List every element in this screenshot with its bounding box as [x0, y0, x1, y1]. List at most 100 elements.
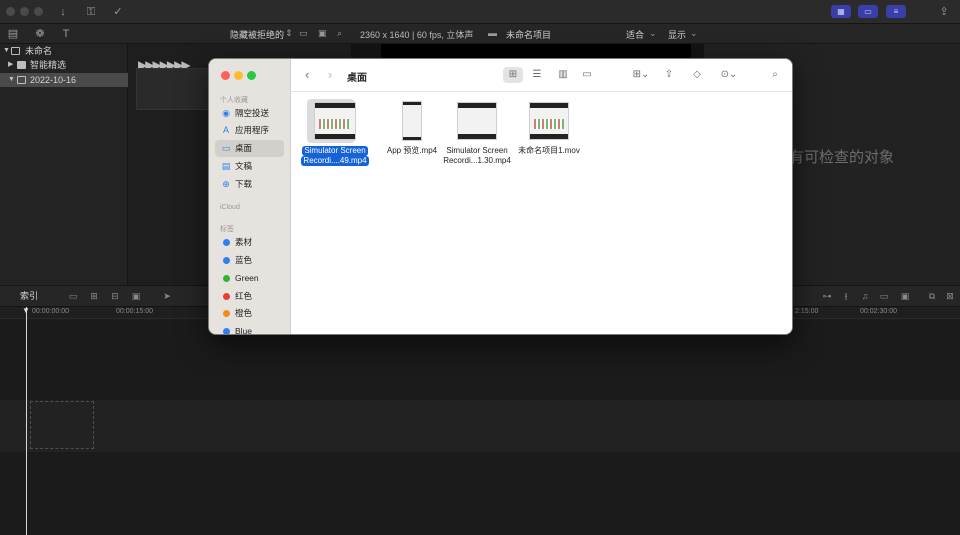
airdrop-icon: ◉: [222, 108, 230, 118]
timeline-area[interactable]: [0, 320, 960, 535]
documents-icon: ▤: [221, 161, 231, 171]
event-item[interactable]: ▼ 2022-10-16: [0, 73, 128, 87]
file-name-line: App 预览.mp4: [386, 146, 438, 155]
playhead-handle-icon[interactable]: ▼: [22, 307, 31, 315]
sidebar-item-downloads[interactable]: ⊕ 下载: [215, 176, 284, 193]
minimize-button-inactive[interactable]: [20, 7, 29, 16]
action-button[interactable]: ⊙⌄: [715, 67, 743, 83]
key-icon[interactable]: ⚿: [84, 5, 98, 19]
file-name-line: Recordi...1.30.mp4: [443, 156, 511, 165]
connect-icon[interactable]: ⊟: [108, 290, 122, 302]
view-popup[interactable]: 显示: [668, 28, 686, 41]
tag-color-dot: [223, 239, 230, 246]
search-icon[interactable]: ⌕: [765, 67, 785, 83]
timeline-toggle-button[interactable]: ▭: [858, 5, 878, 18]
file-item[interactable]: Simulator Screen Recordi....49.mp4: [296, 99, 374, 169]
forward-button[interactable]: ›: [328, 68, 332, 82]
library-icon[interactable]: ▤: [6, 27, 20, 41]
close-button-inactive[interactable]: [6, 7, 15, 16]
sidebar-item-label: Green: [235, 273, 259, 283]
icloud-header: iCloud: [220, 204, 240, 211]
checkmark-icon[interactable]: ✓: [111, 5, 125, 19]
disclosure-triangle-icon[interactable]: ▼: [3, 44, 10, 58]
thumbnail-content: [534, 119, 564, 129]
sidebar-item-desktop[interactable]: ▭ 桌面: [215, 140, 284, 157]
library-item[interactable]: ▼ 未命名: [0, 44, 128, 58]
sidebar-item-airdrop[interactable]: ◉ 隔空投送: [215, 105, 284, 122]
group-button[interactable]: ⊞⌄: [627, 67, 655, 83]
filmstrip-icon[interactable]: ▣: [898, 290, 912, 302]
close-button[interactable]: [221, 71, 230, 80]
search-icon[interactable]: ⌕: [337, 28, 342, 39]
tag-color-dot: [223, 293, 230, 300]
zoom-button[interactable]: [247, 71, 256, 80]
skimming-icon[interactable]: ⫲: [839, 290, 853, 302]
fcp-titlebar: ↓ ⚿ ✓ ▦ ▭ ≡ ⇪: [0, 0, 960, 24]
finder-sidebar: 个人收藏 ◉ 隔空投送 A 应用程序 ▭ 桌面 ▤ 文稿 ⊕ 下载 iCloud: [209, 59, 291, 334]
sidebar-item-documents[interactable]: ▤ 文稿: [215, 158, 284, 175]
file-item[interactable]: 未命名项目1.mov: [510, 99, 588, 169]
transitions-browser-icon[interactable]: ⊠: [943, 290, 957, 302]
headphones-icon[interactable]: ♫: [858, 290, 872, 302]
gallery-view-button[interactable]: ▭: [577, 67, 597, 83]
tag-color-dot: [223, 257, 230, 264]
zoom-button-inactive[interactable]: [34, 7, 43, 16]
titles-icon[interactable]: T: [59, 27, 73, 41]
empty-clip-placeholder[interactable]: [30, 401, 94, 449]
sidebar-tag-item[interactable]: 素材: [215, 234, 284, 251]
zoom-popup[interactable]: 适合: [626, 28, 644, 41]
file-name-label: 未命名项目1.mov: [510, 146, 588, 156]
sidebar-tag-item[interactable]: Blue: [215, 323, 284, 334]
sidebar-item-applications[interactable]: A 应用程序: [215, 122, 284, 139]
playhead[interactable]: [26, 307, 27, 535]
insert-icon[interactable]: ⊞: [87, 290, 101, 302]
clip-filter-popup[interactable]: 隐藏被拒绝的: [230, 28, 284, 41]
overwrite-icon[interactable]: ▣: [129, 290, 143, 302]
minimize-button[interactable]: [234, 71, 243, 80]
select-tool-icon[interactable]: ➤: [160, 290, 174, 302]
sidebar-tag-item[interactable]: 蓝色: [215, 252, 284, 269]
sidebar-item-label: 文稿: [235, 161, 253, 171]
share-icon[interactable]: ⇪: [937, 5, 951, 19]
final-cut-pro-window: ↓ ⚿ ✓ ▦ ▭ ≡ ⇪ ▤ ❁ T 隐藏被拒绝的 ⇕ ▭ ▣ ⌕ 2360 …: [0, 0, 960, 535]
tag-color-dot: [223, 310, 230, 317]
thumbnail-bar: [458, 134, 496, 139]
icon-view-button[interactable]: ⊞: [503, 67, 523, 83]
sidebar-item-label: 蓝色: [235, 255, 253, 265]
column-view-button[interactable]: ▥: [553, 67, 573, 83]
import-icon[interactable]: ↓: [56, 5, 70, 19]
file-name-line: Simulator Screen: [302, 146, 368, 156]
smart-collection-item[interactable]: ▶ 智能精选: [0, 58, 128, 72]
timecode-label: 00:00:15:00: [116, 308, 153, 315]
photos-icon[interactable]: ❁: [33, 27, 47, 41]
timecode-label: 2:15:00: [795, 308, 819, 315]
snapping-icon[interactable]: ▭: [877, 290, 891, 302]
sidebar-tag-item[interactable]: 橙色: [215, 305, 284, 322]
inspector-toggle-button[interactable]: ≡: [886, 5, 906, 18]
event-icon: [17, 76, 26, 84]
effects-browser-icon[interactable]: ⧉: [925, 290, 939, 302]
append-icon[interactable]: ▭: [66, 290, 80, 302]
smart-collection-label: 智能精选: [30, 60, 67, 70]
sidebar-tag-item[interactable]: 红色: [215, 288, 284, 305]
filmstrip-icon[interactable]: ▣: [318, 28, 327, 39]
disclosure-triangle-icon[interactable]: ▼: [8, 73, 15, 87]
file-name-line: Simulator Screen: [446, 146, 508, 155]
sidebar-tag-item[interactable]: Green: [215, 270, 284, 287]
browser-toggle-button[interactable]: ▦: [831, 5, 851, 18]
sidebar-item-label: 红色: [235, 291, 253, 301]
browser-toolbar: ▤ ❁ T 隐藏被拒绝的 ⇕ ▭ ▣ ⌕ 2360 x 1640 | 60 fp…: [0, 24, 960, 44]
video-thumbnail: [314, 102, 356, 140]
clip-appearance-icon[interactable]: ▭: [299, 28, 308, 39]
clip-appearance-icon[interactable]: ⊶: [820, 290, 834, 302]
share-button[interactable]: ⇪: [659, 67, 679, 83]
index-button[interactable]: 索引: [0, 286, 58, 306]
primary-storyline[interactable]: [0, 400, 960, 452]
back-button[interactable]: ‹: [305, 68, 309, 82]
video-thumbnail: [402, 101, 422, 141]
disclosure-triangle-icon[interactable]: ▶: [8, 58, 13, 72]
file-name-label: Simulator Screen Recordi...1.30.mp4: [438, 146, 516, 166]
file-item[interactable]: Simulator Screen Recordi...1.30.mp4: [438, 99, 516, 169]
tag-button[interactable]: ◇: [687, 67, 707, 83]
list-view-button[interactable]: ☰: [527, 67, 547, 83]
